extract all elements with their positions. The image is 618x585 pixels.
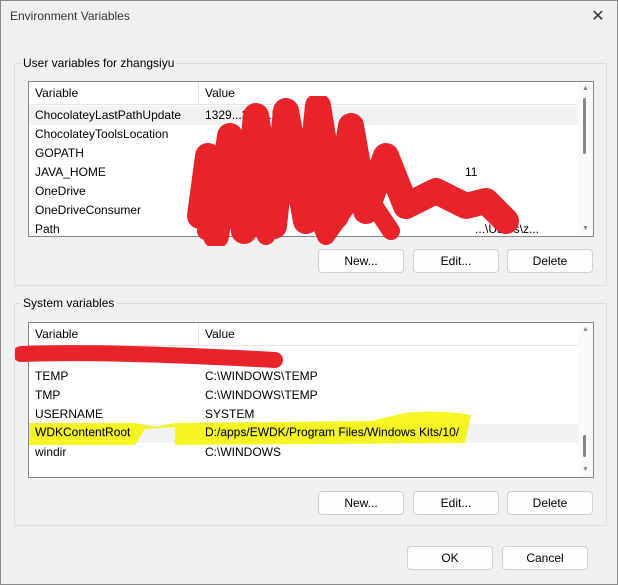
table-row[interactable] — [29, 347, 578, 366]
variable-name: windir — [35, 445, 67, 459]
system-list-header: Variable Value — [29, 323, 593, 346]
variable-name: Path — [35, 222, 60, 236]
variable-value: ...\Users\z... — [475, 222, 540, 236]
user-variables-list[interactable]: Variable Value ChocolateyLastPathUpdate … — [28, 81, 594, 237]
table-row[interactable]: windir C:\WINDOWS — [29, 443, 578, 462]
table-row[interactable]: ChocolateyToolsLocation — [29, 125, 578, 144]
environment-variables-dialog: Environment Variables ✕ User variables f… — [0, 0, 618, 585]
user-list-scrollbar[interactable]: ▲ ▼ — [578, 82, 593, 236]
variable-value: C:\WINDOWS\TEMP — [205, 388, 318, 402]
table-row[interactable]: GOPATH — [29, 144, 578, 163]
user-variables-label: User variables for zhangsiyu — [21, 56, 177, 70]
variable-name: ChocolateyLastPathUpdate — [35, 108, 182, 122]
table-row[interactable]: TMP C:\WINDOWS\TEMP — [29, 386, 578, 405]
system-col-value[interactable]: Value — [199, 323, 578, 345]
system-list-scrollbar[interactable]: ▲ ▼ — [578, 323, 593, 477]
variable-name: GOPATH — [35, 146, 84, 160]
variable-name: TEMP — [35, 369, 69, 383]
table-row[interactable]: TEMP C:\WINDOWS\TEMP — [29, 367, 578, 386]
scroll-up-icon[interactable]: ▲ — [578, 323, 593, 337]
variable-name: JAVA_HOME — [35, 165, 106, 179]
table-row[interactable]: USERNAME SYSTEM — [29, 405, 578, 424]
variable-value: 11 — [465, 165, 478, 179]
variable-value: 1329...316...58 — [205, 108, 286, 122]
close-icon: ✕ — [591, 8, 605, 25]
system-delete-button[interactable]: Delete — [507, 491, 593, 515]
variable-value: D:/apps/EWDK/Program Files/Windows Kits/… — [205, 426, 460, 440]
user-list-header: Variable Value — [29, 82, 593, 105]
variable-name: WDKContentRoot — [35, 426, 131, 440]
scroll-down-icon[interactable]: ▼ — [578, 222, 593, 236]
user-delete-button[interactable]: Delete — [507, 249, 593, 273]
system-new-button[interactable]: New... — [318, 491, 404, 515]
user-col-variable[interactable]: Variable — [29, 82, 199, 104]
scroll-thumb[interactable] — [583, 435, 586, 457]
variable-name: ChocolateyToolsLocation — [35, 127, 169, 141]
user-new-button[interactable]: New... — [318, 249, 404, 273]
user-col-value[interactable]: Value — [199, 82, 578, 104]
close-button[interactable]: ✕ — [585, 5, 611, 27]
scroll-thumb[interactable] — [583, 98, 586, 154]
table-row[interactable]: OneDriveConsumer — [29, 201, 578, 220]
table-row[interactable]: Path ...\Users\z... — [29, 220, 578, 236]
system-col-variable[interactable]: Variable — [29, 323, 199, 345]
ok-button[interactable]: OK — [407, 546, 493, 570]
system-variables-list[interactable]: Variable Value TEMP C:\WINDOWS\TEMP TMP … — [28, 322, 594, 478]
scroll-down-icon[interactable]: ▼ — [578, 463, 593, 477]
table-row[interactable]: WDKContentRoot D:/apps/EWDK/Program File… — [29, 424, 578, 443]
variable-name: OneDriveConsumer — [35, 203, 142, 217]
user-edit-button[interactable]: Edit... — [413, 249, 499, 273]
system-variables-label: System variables — [21, 296, 117, 310]
variable-value: C:\WINDOWS\TEMP — [205, 369, 318, 383]
title-bar: Environment Variables ✕ — [1, 1, 617, 31]
variable-name: TMP — [35, 388, 61, 402]
table-row[interactable]: JAVA_HOME 11 — [29, 163, 578, 182]
scroll-up-icon[interactable]: ▲ — [578, 82, 593, 96]
variable-name: OneDrive — [35, 184, 86, 198]
table-row[interactable]: ChocolateyLastPathUpdate 1329...316...58 — [29, 106, 578, 125]
window-title: Environment Variables — [10, 9, 130, 23]
cancel-button[interactable]: Cancel — [502, 546, 588, 570]
system-edit-button[interactable]: Edit... — [413, 491, 499, 515]
variable-value: C:\WINDOWS — [205, 445, 281, 459]
table-row[interactable]: OneDrive — [29, 182, 578, 201]
variable-value: SYSTEM — [205, 407, 255, 421]
variable-name: USERNAME — [35, 407, 104, 421]
